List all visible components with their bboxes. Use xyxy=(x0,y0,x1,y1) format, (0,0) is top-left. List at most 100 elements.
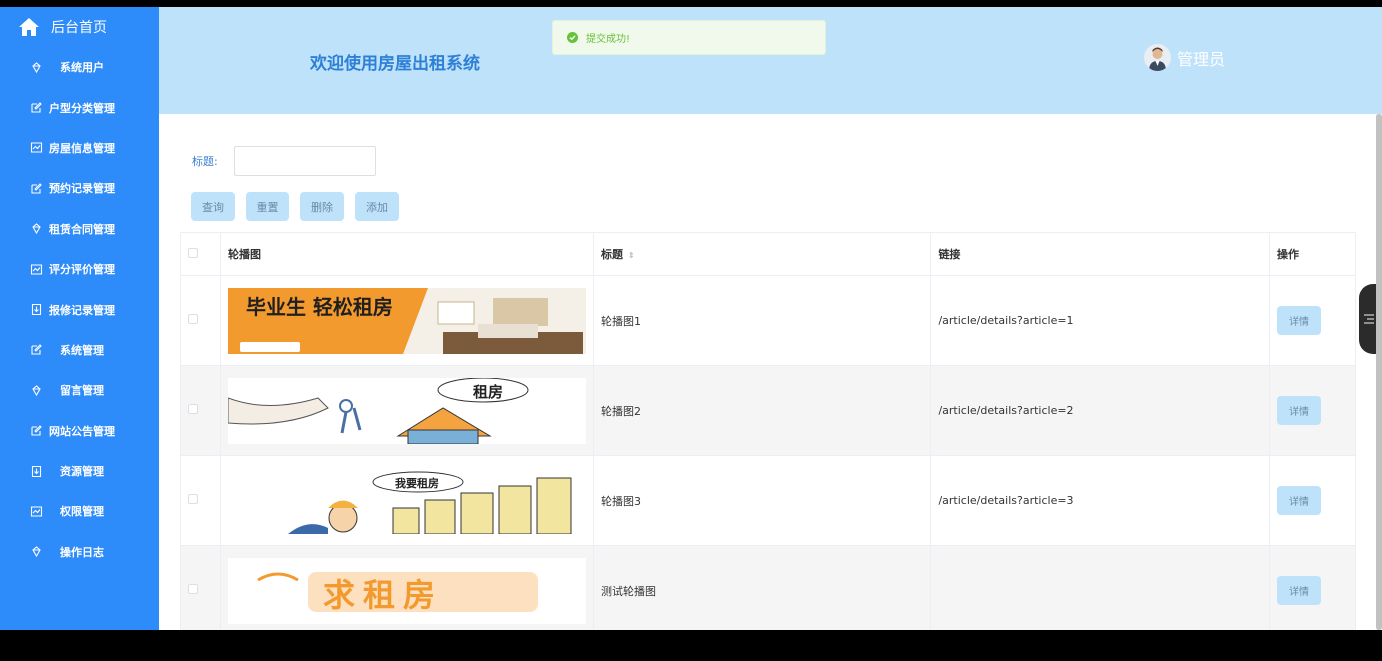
sidebar-item-0[interactable]: 系统用户 xyxy=(0,47,159,87)
sort-icon[interactable]: ⇕ xyxy=(628,251,635,260)
sidebar-item-label: 报修记录管理 xyxy=(49,303,115,317)
row-select-cell xyxy=(180,275,221,366)
sidebar-item-11[interactable]: 权限管理 xyxy=(0,491,159,531)
sidebar-item-label: 租赁合同管理 xyxy=(49,222,115,236)
sidebar-home[interactable]: 后台首页 xyxy=(0,7,159,47)
banner-image xyxy=(227,377,586,444)
reset-button[interactable]: 重置 xyxy=(246,192,289,221)
sidebar-home-label: 后台首页 xyxy=(51,20,107,36)
banner-cell: 毕业生 轻松租房 xyxy=(219,275,594,366)
table-row: 求租房 测试轮播图 详情 xyxy=(180,545,1356,630)
row-select-cell xyxy=(180,365,221,456)
link-cell: /article/details?article=1 xyxy=(930,275,1271,366)
bottom-bar xyxy=(0,630,1382,661)
title-cell: 轮播图1 xyxy=(592,275,932,366)
column-header-link: 链接 xyxy=(930,232,1271,276)
avatar-icon xyxy=(1149,47,1166,71)
sidebar-item-1[interactable]: 户型分类管理 xyxy=(0,87,159,127)
table-row: 租房 轮播图2/article/details?article=2 详情 xyxy=(180,365,1356,456)
row-select-cell xyxy=(180,455,221,546)
row-checkbox[interactable] xyxy=(188,494,198,504)
sidebar: 后台首页 系统用户户型分类管理 房屋信息管理 预约记录管理 租赁合同管理评分评价管理报… xyxy=(0,7,159,630)
column-header-action: 操作 xyxy=(1269,232,1356,276)
banner-caption: 求租房 xyxy=(322,575,443,614)
sidebar-item-3[interactable]: 预约记录管理 xyxy=(0,168,159,208)
sidebar-item-6[interactable]: 报修记录管理 xyxy=(0,289,159,329)
edit-icon xyxy=(31,344,42,355)
menu-icon xyxy=(1364,314,1374,324)
detail-button[interactable]: 详情 xyxy=(1277,576,1322,605)
link-cell xyxy=(930,545,1271,630)
column-header-title-label: 标题 xyxy=(600,248,623,261)
download-icon xyxy=(31,303,42,316)
column-header-title[interactable]: 标题 ⇕ xyxy=(592,232,932,276)
app-frame: 后台首页 系统用户户型分类管理 房屋信息管理 预约记录管理 租赁合同管理评分评价管理报… xyxy=(0,7,1382,630)
query-button[interactable]: 查询 xyxy=(191,192,235,221)
row-select-cell xyxy=(180,545,221,630)
chart-icon xyxy=(30,142,43,154)
sidebar-item-9[interactable]: 网站公告管理 xyxy=(0,411,159,451)
sidebar-item-label: 系统管理 xyxy=(60,343,104,357)
banner-caption: 我要租房 xyxy=(394,476,439,490)
banner-cell: 我要租房 xyxy=(219,455,594,546)
chart-icon xyxy=(30,264,43,275)
column-header-image: 轮播图 xyxy=(219,232,594,276)
sidebar-item-10[interactable]: 资源管理 xyxy=(0,451,159,491)
banner-table: 轮播图 标题 ⇕ 链接 操作 毕业生 轻松租房 轮播图1/article/detai… xyxy=(180,232,1356,630)
row-checkbox[interactable] xyxy=(188,314,198,324)
success-toast: 提交成功! xyxy=(552,20,826,55)
detail-button[interactable]: 详情 xyxy=(1277,486,1322,515)
check-circle-icon xyxy=(567,32,578,43)
banner-cell: 租房 xyxy=(219,365,594,456)
sidebar-item-label: 系统用户 xyxy=(60,61,104,75)
table-row: 我要租房 轮播图3/article/details?article=3 详情 xyxy=(180,455,1356,546)
diamond-icon xyxy=(32,61,41,73)
title-cell: 轮播图2 xyxy=(592,365,932,456)
sidebar-item-label: 资源管理 xyxy=(60,465,104,479)
action-cell: 详情 xyxy=(1269,275,1356,366)
diamond-icon xyxy=(32,223,41,235)
diamond-icon xyxy=(32,546,41,558)
link-cell: /article/details?article=3 xyxy=(930,455,1271,546)
sidebar-item-8[interactable]: 留言管理 xyxy=(0,370,159,410)
sidebar-item-label: 户型分类管理 xyxy=(49,101,115,115)
sidebar-item-label: 操作日志 xyxy=(60,545,104,559)
action-cell: 详情 xyxy=(1269,455,1356,546)
avatar xyxy=(1144,44,1171,71)
banner-caption: 毕业生 轻松租房 xyxy=(245,294,393,319)
row-checkbox[interactable] xyxy=(188,584,198,594)
banner-caption: 租房 xyxy=(472,382,503,401)
home-icon xyxy=(19,18,39,36)
sidebar-item-7[interactable]: 系统管理 xyxy=(0,330,159,370)
chart-icon xyxy=(30,506,43,517)
sidebar-item-label: 预约记录管理 xyxy=(49,182,115,196)
page-title: 欢迎使用房屋出租系统 xyxy=(310,54,480,74)
scrollbar[interactable] xyxy=(1376,114,1382,630)
scrollbar-thumb[interactable] xyxy=(1376,114,1382,630)
user-name: 管理员 xyxy=(1177,49,1226,69)
select-all-checkbox[interactable] xyxy=(188,247,198,258)
sidebar-item-label: 房屋信息管理 xyxy=(49,141,115,155)
download-icon xyxy=(31,465,42,477)
diamond-icon xyxy=(32,385,41,396)
row-checkbox[interactable] xyxy=(188,404,198,414)
sidebar-item-5[interactable]: 评分评价管理 xyxy=(0,249,159,289)
user-menu[interactable]: 管理员 xyxy=(1144,44,1225,71)
sidebar-item-label: 留言管理 xyxy=(60,384,104,398)
table-header-row: 轮播图 标题 ⇕ 链接 操作 xyxy=(180,232,1356,276)
add-button[interactable]: 添加 xyxy=(355,192,399,221)
detail-button[interactable]: 详情 xyxy=(1277,396,1322,425)
action-cell: 详情 xyxy=(1269,365,1356,456)
title-search-input[interactable] xyxy=(234,146,376,176)
delete-button[interactable]: 删除 xyxy=(300,192,344,221)
sidebar-item-12[interactable]: 操作日志 xyxy=(0,532,159,572)
edit-icon xyxy=(31,183,42,194)
edit-icon xyxy=(31,102,42,113)
detail-button[interactable]: 详情 xyxy=(1277,306,1322,335)
toast-message: 提交成功! xyxy=(586,34,631,45)
select-all-cell xyxy=(180,232,221,276)
sidebar-item-4[interactable]: 租赁合同管理 xyxy=(0,209,159,249)
sidebar-item-label: 网站公告管理 xyxy=(49,424,115,438)
sidebar-item-2[interactable]: 房屋信息管理 xyxy=(0,128,159,168)
link-cell: /article/details?article=2 xyxy=(930,365,1271,456)
